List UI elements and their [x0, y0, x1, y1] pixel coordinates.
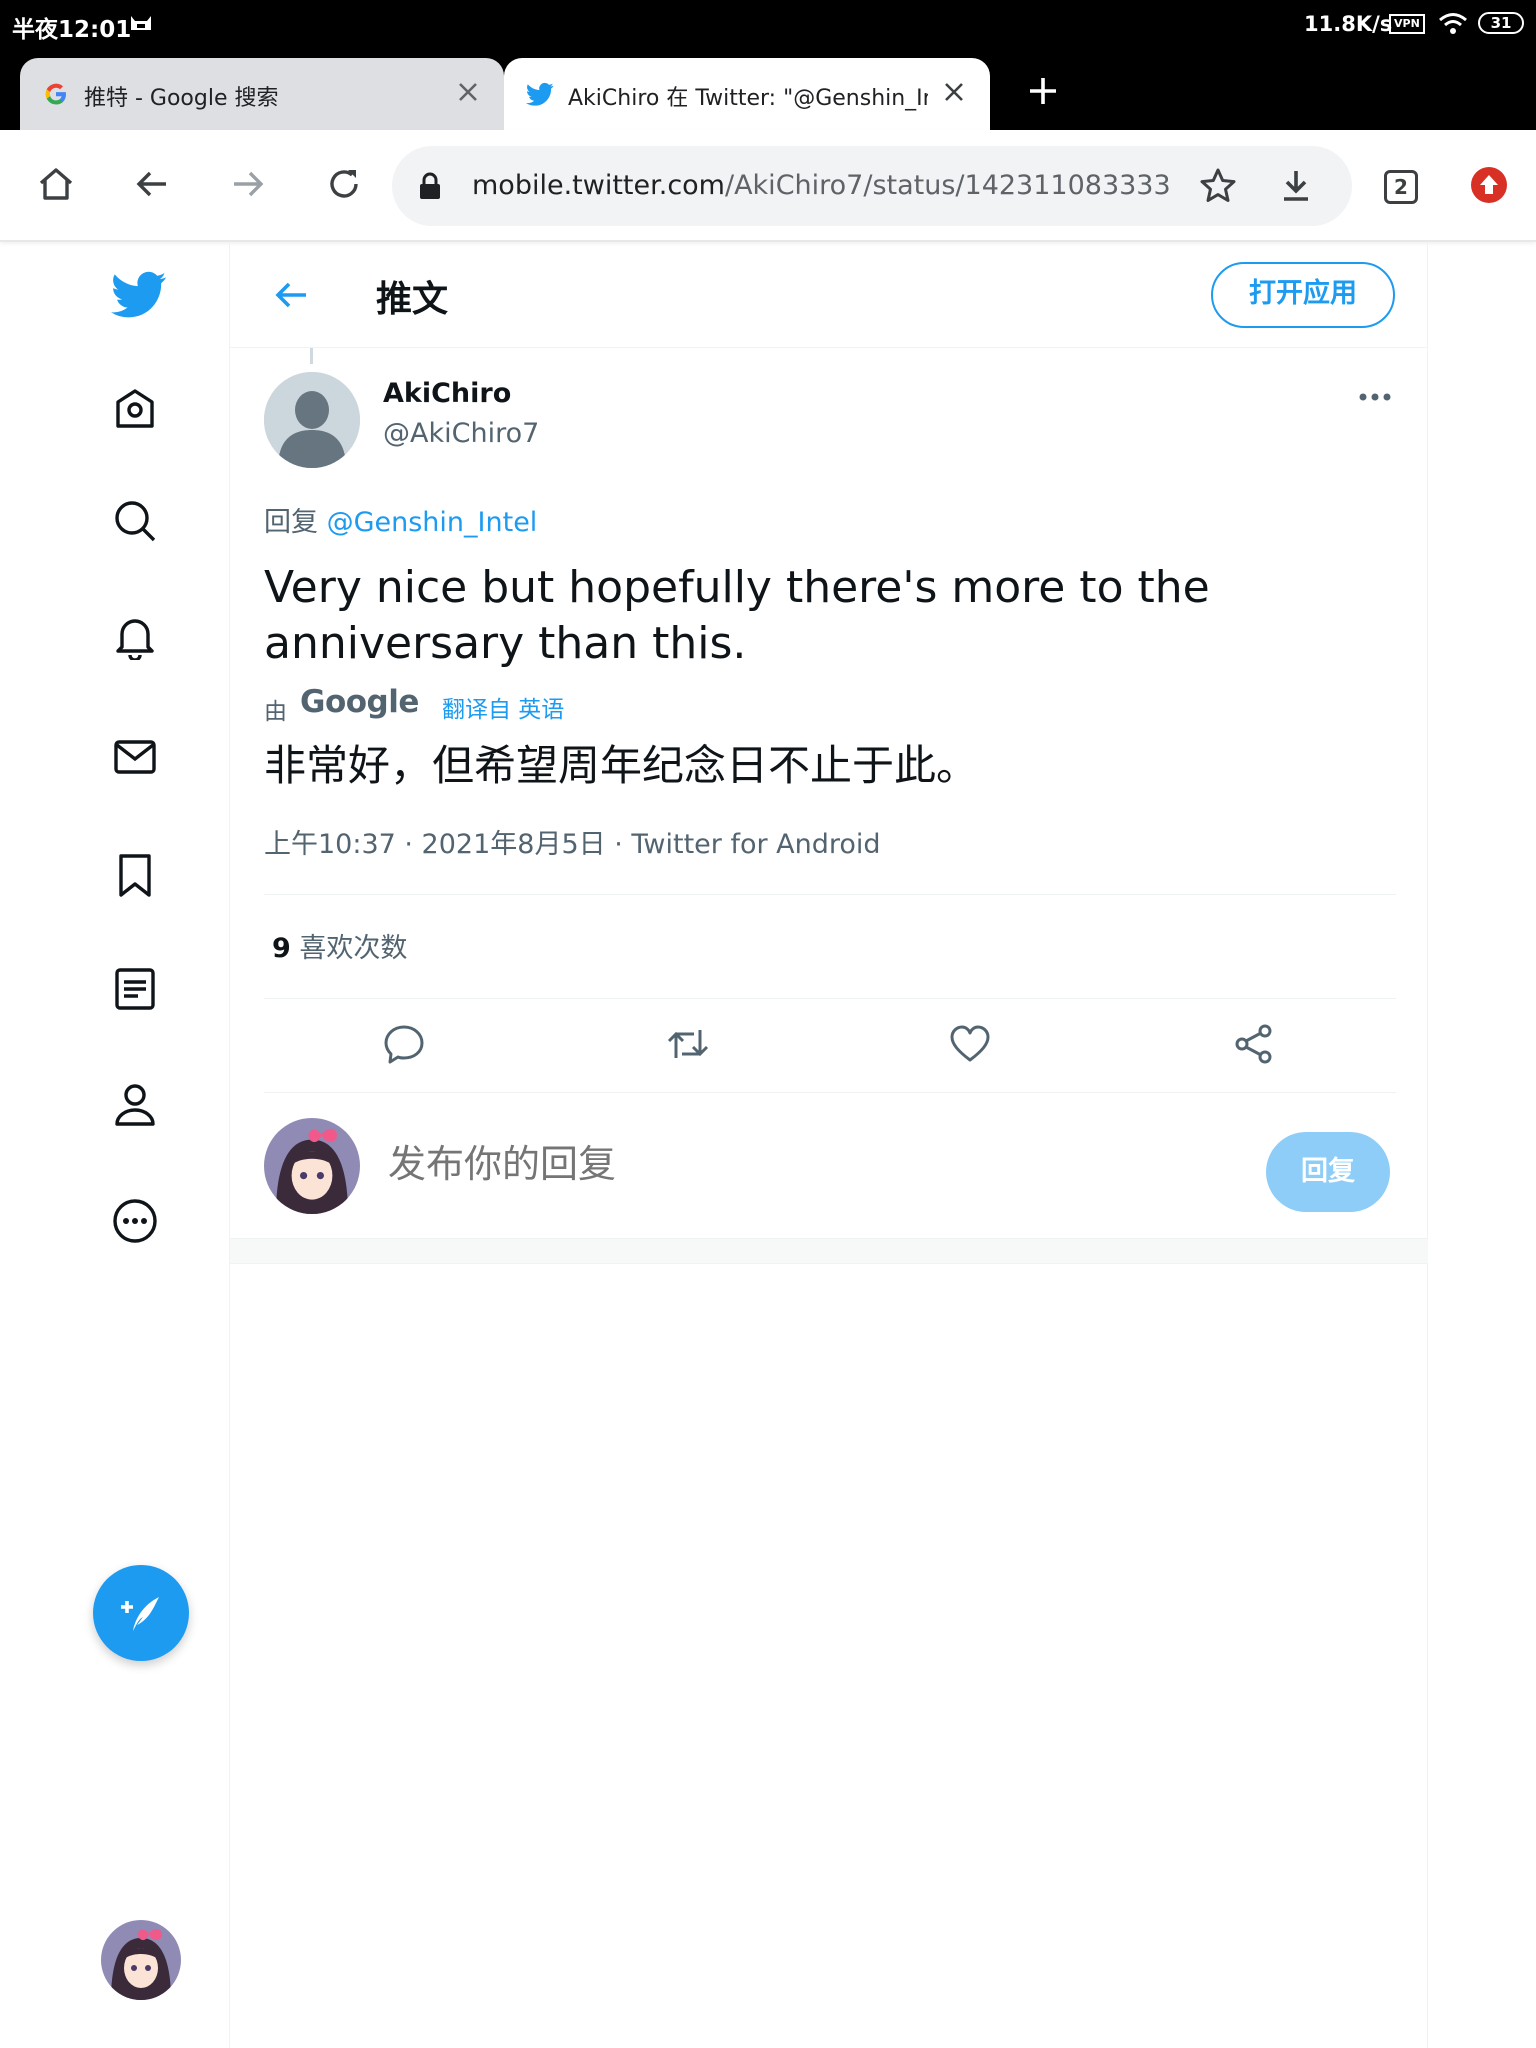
compose-tweet-button[interactable] — [93, 1565, 189, 1661]
current-user-avatar — [264, 1118, 360, 1214]
section-separator — [230, 1238, 1428, 1264]
reply-prefix: 回复 — [264, 507, 318, 538]
url-host: mobile.twitter.com — [472, 170, 725, 201]
battery-icon: 31 — [1478, 12, 1524, 34]
home-icon[interactable] — [36, 164, 76, 204]
feather-plus-icon — [121, 1597, 159, 1631]
reply-bubble-icon[interactable] — [382, 1022, 426, 1066]
reload-icon[interactable] — [324, 164, 364, 204]
more-horizontal-icon[interactable] — [1358, 390, 1392, 404]
translated-from-link[interactable]: 翻译自 英语 — [442, 690, 564, 724]
retweet-icon[interactable] — [666, 1022, 710, 1066]
google-logo: Google — [300, 684, 419, 720]
url-path: /AkiChiro7/status/142311083333734 — [724, 170, 1172, 201]
messages-mail-icon[interactable] — [112, 734, 158, 780]
tab-title: AkiChiro 在 Twitter: "@Genshin_Intel — [568, 86, 928, 111]
page-title: 推文 — [376, 279, 449, 320]
wifi-icon — [1439, 13, 1467, 34]
app-notification-icon — [131, 16, 151, 30]
status-bar: 半夜12:01 11.8K/s VPN 31 — [0, 0, 1536, 50]
twitter-sidebar — [0, 242, 230, 2048]
divider — [264, 894, 1396, 895]
author-handle[interactable]: @AkiChiro7 — [383, 418, 539, 449]
network-speed: 11.8K/s — [1304, 12, 1393, 36]
author-avatar[interactable] — [264, 372, 360, 468]
lock-icon[interactable] — [418, 172, 442, 200]
tweet-timestamp-source[interactable]: 上午10:37 · 2021年8月5日 · Twitter for Androi… — [264, 822, 881, 861]
download-icon[interactable] — [1276, 166, 1316, 206]
tab-title: 推特 - Google 搜索 — [84, 86, 279, 111]
reply-submit-button[interactable]: 回复 — [1266, 1132, 1390, 1212]
tab-strip: 推特 - Google 搜索 AkiChiro 在 Twitter: "@Gen… — [0, 50, 1536, 130]
more-options-icon[interactable] — [112, 1198, 158, 1244]
back-arrow-icon[interactable] — [272, 276, 310, 314]
close-tab-icon[interactable] — [940, 78, 968, 106]
tab-switcher-button[interactable]: 2 — [1384, 170, 1418, 204]
author-display-name[interactable]: AkiChiro — [383, 378, 511, 409]
default-avatar-icon — [264, 372, 360, 468]
account-avatar[interactable] — [101, 1920, 181, 2000]
browser-toolbar: mobile.twitter.com/AkiChiro7/status/1423… — [0, 130, 1536, 242]
anime-avatar-image — [264, 1118, 360, 1214]
tab-twitter-status[interactable]: AkiChiro 在 Twitter: "@Genshin_Intel — [504, 58, 990, 130]
like-heart-icon[interactable] — [948, 1022, 992, 1066]
status-time: 半夜12:01 — [12, 17, 132, 43]
thread-connector — [310, 348, 313, 364]
open-app-button[interactable]: 打开应用 — [1211, 262, 1395, 328]
twitter-bird-icon — [526, 82, 554, 106]
address-bar[interactable]: mobile.twitter.com/AkiChiro7/status/1423… — [392, 146, 1352, 226]
like-count-number: 9 — [272, 933, 291, 964]
reply-mention-link[interactable]: @Genshin_Intel — [327, 507, 538, 538]
new-tab-plus-icon[interactable] — [1026, 74, 1060, 108]
likes-count[interactable]: 9 喜欢次数 — [272, 926, 407, 965]
bookmarks-icon[interactable] — [112, 852, 158, 898]
divider — [264, 998, 1396, 999]
close-tab-icon[interactable] — [454, 78, 482, 106]
profile-person-icon[interactable] — [112, 1082, 158, 1128]
url-text[interactable]: mobile.twitter.com/AkiChiro7/status/1423… — [472, 170, 1172, 201]
replying-to: 回复 @Genshin_Intel — [264, 500, 537, 539]
page-header: 推文 打开应用 — [230, 242, 1428, 348]
notifications-bell-icon[interactable] — [112, 614, 158, 660]
back-arrow-icon[interactable] — [132, 164, 172, 204]
tab-google-search[interactable]: 推特 - Google 搜索 — [20, 58, 504, 130]
reply-input[interactable] — [388, 1142, 1088, 1186]
translate-by: 由 — [264, 699, 287, 725]
tweet-text: Very nice but hopefully there's more to … — [264, 562, 1210, 669]
translated-tweet-text: 非常好，但希望周年纪念日不止于此。 — [264, 741, 979, 790]
tweet-detail-column: 推文 打开应用 AkiChiro @AkiChiro7 回复 @Genshin_… — [230, 242, 1428, 2048]
anime-avatar-image — [101, 1920, 181, 2000]
search-icon[interactable] — [112, 498, 158, 544]
vpn-badge: VPN — [1389, 14, 1425, 34]
like-count-label: 喜欢次数 — [299, 933, 408, 964]
forward-arrow-icon[interactable] — [228, 164, 268, 204]
twitter-logo-icon[interactable] — [111, 266, 167, 322]
share-icon[interactable] — [1232, 1022, 1276, 1066]
divider — [264, 1092, 1396, 1093]
lists-icon[interactable] — [112, 966, 158, 1012]
update-arrow-icon[interactable] — [1470, 166, 1508, 204]
google-g-icon — [45, 83, 66, 105]
home-icon[interactable] — [112, 386, 158, 432]
bookmark-star-icon[interactable] — [1198, 166, 1238, 206]
